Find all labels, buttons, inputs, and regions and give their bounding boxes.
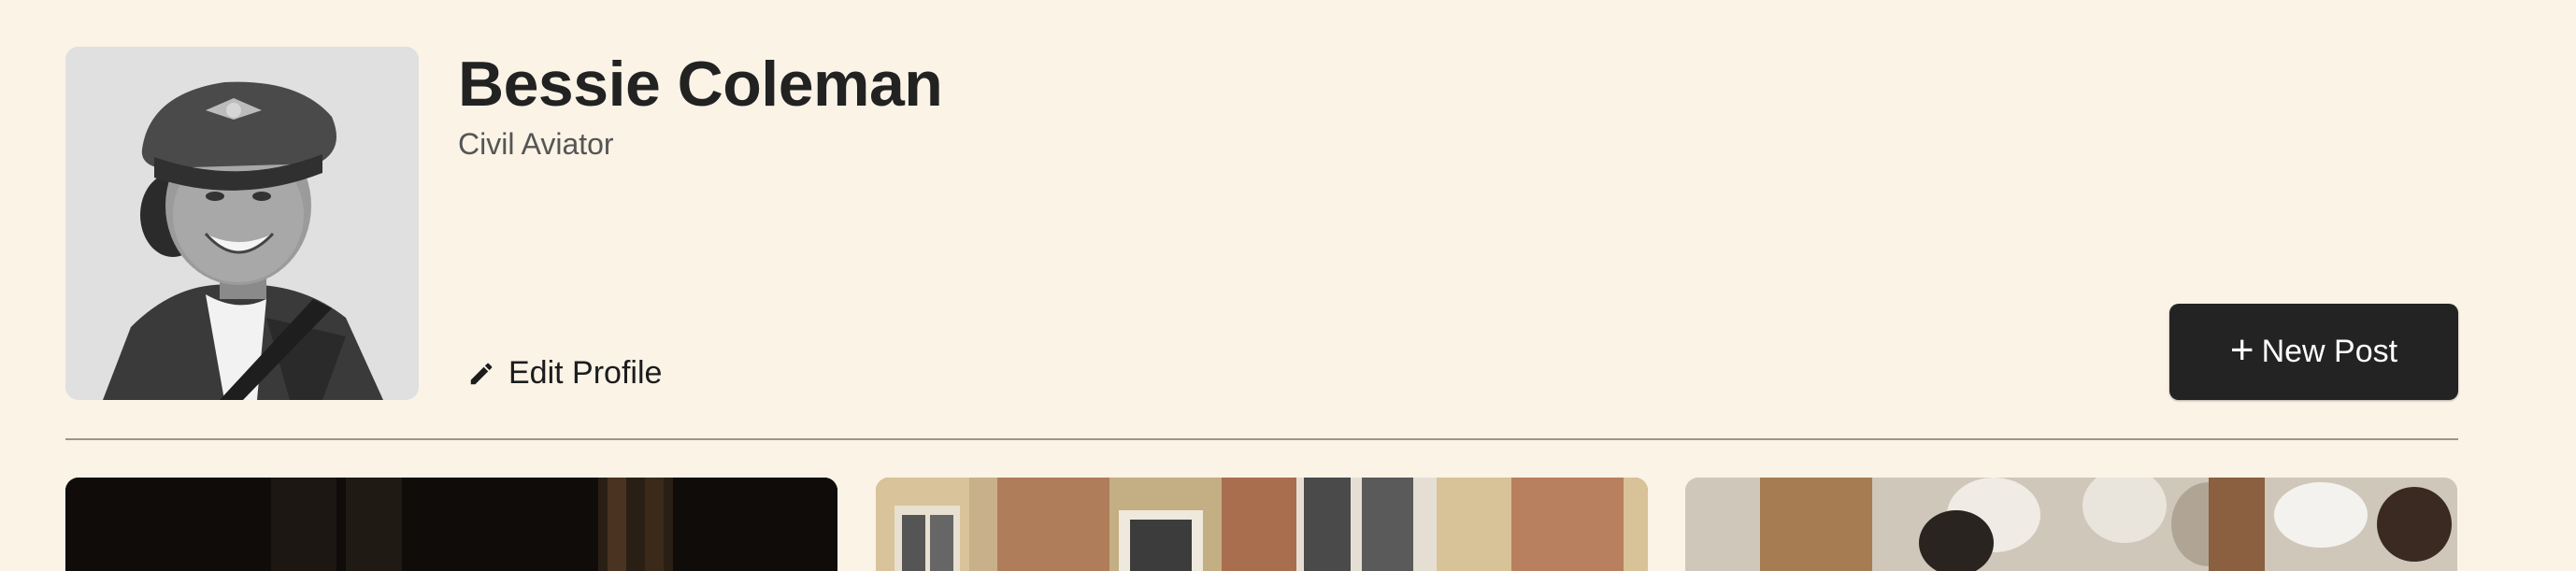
posts-grid [65,478,2458,571]
avatar-portrait-image [65,47,419,400]
new-post-button[interactable]: + New Post [2169,304,2458,400]
post-image [65,478,837,571]
edit-profile-button[interactable]: Edit Profile [467,355,662,392]
post-thumbnail[interactable] [876,478,1648,571]
post-image [876,478,1648,571]
edit-profile-label: Edit Profile [508,355,663,391]
plus-icon: + [2229,326,2254,373]
post-thumbnail[interactable] [1685,478,2457,571]
divider [65,438,2458,440]
new-post-label: New Post [2261,334,2398,369]
avatar [65,47,419,400]
post-thumbnail[interactable] [65,478,837,571]
post-image [1685,478,2457,571]
pencil-icon [470,363,493,384]
profile-name: Bessie Coleman [458,49,943,120]
profile-title: Civil Aviator [458,127,614,161]
profile-header: Bessie Coleman Civil Aviator Edit Profil… [65,47,2458,402]
